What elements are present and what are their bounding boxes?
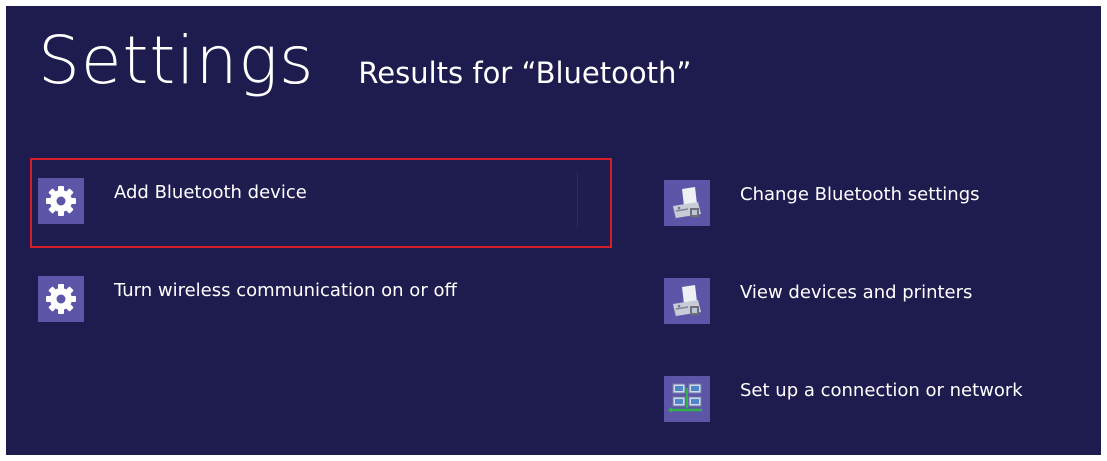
- result-label: Set up a connection or network: [740, 380, 1023, 401]
- gear-icon: [38, 276, 84, 322]
- results-subtitle: Results for “Bluetooth”: [358, 56, 692, 90]
- result-set-up-connection-or-network[interactable]: Set up a connection or network: [664, 376, 1023, 422]
- selection-divider: [577, 172, 598, 228]
- result-label: Turn wireless communication on or off: [114, 280, 457, 301]
- result-change-bluetooth-settings[interactable]: Change Bluetooth settings: [664, 180, 980, 226]
- result-label: View devices and printers: [740, 282, 973, 303]
- devices-printers-icon: [664, 278, 710, 324]
- result-label: Change Bluetooth settings: [740, 184, 980, 205]
- devices-printers-icon: [664, 180, 710, 226]
- result-label: Add Bluetooth device: [114, 182, 307, 203]
- result-add-bluetooth-device[interactable]: Add Bluetooth device: [38, 178, 307, 224]
- result-turn-wireless-communication[interactable]: Turn wireless communication on or off: [38, 276, 457, 322]
- search-results-panel: Settings Results for “Bluetooth” Add Blu…: [6, 6, 1101, 455]
- gear-icon: [38, 178, 84, 224]
- result-view-devices-and-printers[interactable]: View devices and printers: [664, 278, 972, 324]
- results-header: Settings Results for “Bluetooth”: [38, 28, 691, 118]
- network-icon: [664, 376, 710, 422]
- page-title: Settings: [38, 22, 315, 99]
